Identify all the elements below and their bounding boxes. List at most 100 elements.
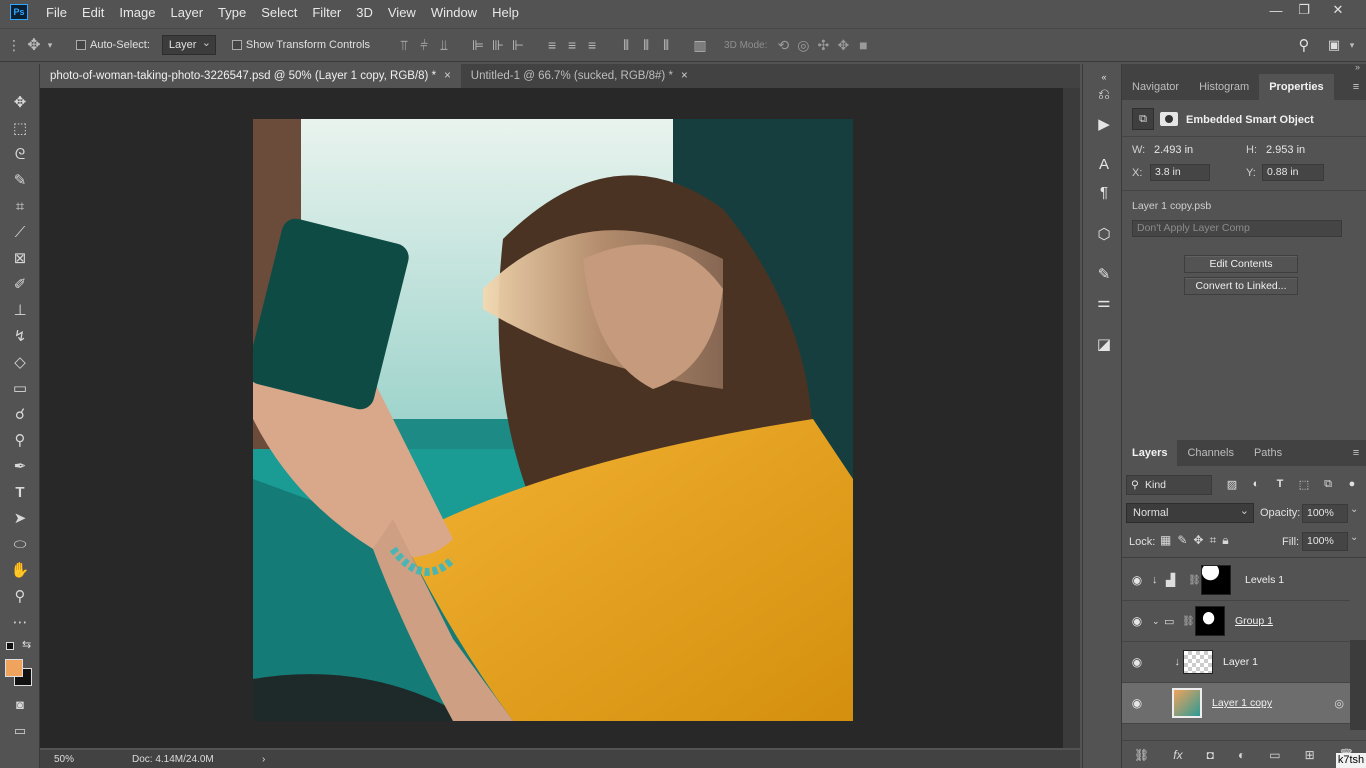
panel-menu-icon[interactable]: ≡ — [1346, 74, 1366, 100]
visibility-eye-icon[interactable]: ◉ — [1122, 696, 1152, 710]
convert-to-linked-button[interactable]: Convert to Linked... — [1184, 277, 1298, 295]
path-select-tool-icon[interactable]: ➤ — [7, 508, 33, 530]
dodge-tool-icon[interactable]: ⚲ — [7, 430, 33, 452]
menu-type[interactable]: Type — [218, 5, 246, 20]
height-value[interactable]: 2.953 in — [1266, 144, 1305, 156]
menu-file[interactable]: File — [46, 5, 67, 20]
lock-pixels-icon[interactable]: ✎ — [1177, 533, 1187, 548]
layers-menu-icon[interactable]: ≡ — [1346, 440, 1366, 466]
tab-properties[interactable]: Properties — [1259, 74, 1334, 100]
swap-colors-icon[interactable]: ⇆ — [22, 638, 31, 651]
menu-image[interactable]: Image — [119, 5, 155, 20]
filter-pixel-icon[interactable]: ▨ — [1222, 478, 1242, 491]
align-bottom-icon[interactable]: ⫫ — [434, 37, 454, 54]
status-menu-arrow[interactable]: › — [262, 754, 265, 765]
add-mask-icon[interactable]: ◘ — [1207, 748, 1214, 762]
zoom-level[interactable]: 50% — [54, 754, 114, 765]
align-vcenter-icon[interactable]: ⫩ — [414, 37, 434, 54]
menu-view[interactable]: View — [388, 5, 416, 20]
brush-tool-icon[interactable]: ✐ — [7, 274, 33, 296]
layer-thumbnail[interactable] — [1183, 650, 1213, 674]
menu-filter[interactable]: Filter — [312, 5, 341, 20]
distribute-bottom-icon[interactable]: ≡ — [582, 37, 602, 54]
filter-adjustment-icon[interactable]: ◐ — [1246, 478, 1266, 491]
auto-select-target-dropdown[interactable]: Layer — [161, 34, 216, 55]
auto-select-checkbox[interactable] — [76, 40, 86, 51]
ellipse-tool-icon[interactable]: ⬭ — [7, 534, 33, 556]
blur-tool-icon[interactable]: ☌ — [7, 404, 33, 426]
menu-window[interactable]: Window — [431, 5, 477, 20]
3d-drag-icon[interactable]: ✣ — [813, 37, 833, 54]
eraser-tool-icon[interactable]: ◇ — [7, 352, 33, 374]
paragraph-panel-icon[interactable]: ¶ — [1093, 182, 1115, 204]
distribute-hcenter-icon[interactable]: ⦀ — [636, 37, 656, 54]
new-group-icon[interactable]: ▭ — [1269, 748, 1280, 762]
layer-name[interactable]: Layer 1 copy — [1212, 697, 1272, 709]
auto-align-icon[interactable]: ▥ — [690, 37, 710, 54]
menu-select[interactable]: Select — [261, 5, 297, 20]
3d-orbit-icon[interactable]: ⟲ — [773, 37, 793, 54]
distribute-vcenter-icon[interactable]: ≡ — [562, 37, 582, 54]
visibility-eye-icon[interactable]: ◉ — [1122, 573, 1152, 587]
distribute-right-icon[interactable]: ⦀ — [656, 37, 676, 54]
canvas-workspace[interactable] — [40, 88, 1080, 748]
chevron-down-icon[interactable]: ⌄ — [1152, 616, 1164, 627]
default-colors-icon[interactable] — [6, 642, 14, 650]
lock-transparency-icon[interactable]: ▦ — [1160, 533, 1171, 548]
move-tool-icon[interactable]: ✥ — [7, 92, 33, 114]
history-panel-icon[interactable]: ⎌ — [1093, 84, 1115, 106]
chevron-down-icon[interactable]: ▾ — [44, 40, 56, 51]
lasso-tool-icon[interactable]: ᘓ — [7, 144, 33, 166]
type-tool-icon[interactable]: T — [7, 482, 33, 504]
3d-roll-icon[interactable]: ◎ — [793, 37, 813, 54]
filter-smart-object-icon[interactable]: ⧉ — [1318, 478, 1338, 491]
menu-edit[interactable]: Edit — [82, 5, 104, 20]
workspace-chevron-icon[interactable]: ▾ — [1342, 40, 1362, 51]
group-mask-thumbnail[interactable] — [1195, 606, 1225, 636]
layer-mask-thumbnail[interactable] — [1201, 565, 1231, 595]
layers-scrollbar[interactable] — [1350, 640, 1366, 730]
canvas-vertical-scrollbar[interactable] — [1063, 88, 1080, 748]
width-value[interactable]: 2.493 in — [1154, 144, 1193, 156]
adjustments-panel-icon[interactable]: ⚌ — [1093, 292, 1115, 314]
fill-input[interactable]: 100% — [1302, 532, 1348, 551]
tab-photo-document[interactable]: photo-of-woman-taking-photo-3226547.psd … — [40, 64, 461, 88]
search-icon[interactable]: ⚲ — [1294, 36, 1314, 54]
lock-all-icon[interactable]: 🔒︎ — [1222, 533, 1228, 548]
quick-mask-icon[interactable]: ◙ — [7, 694, 33, 716]
filter-kind-dropdown[interactable]: ⚲ Kind — [1126, 475, 1212, 495]
tab-histogram[interactable]: Histogram — [1189, 74, 1259, 100]
layer-row-group[interactable]: ◉ ⌄ ▭ ⛓︎ Group 1 — [1122, 601, 1350, 642]
gradient-tool-icon[interactable]: ▭ — [7, 378, 33, 400]
layer-row-layer1[interactable]: ◉ ↓ Layer 1 — [1122, 642, 1350, 683]
eyedropper-tool-icon[interactable]: ⟋ — [7, 222, 33, 244]
layer-name[interactable]: Layer 1 — [1223, 656, 1258, 668]
3d-scale-icon[interactable]: ■ — [853, 37, 873, 54]
workspace-icon[interactable]: ▣ — [1324, 37, 1344, 53]
menu-help[interactable]: Help — [492, 5, 519, 20]
foreground-color-swatch[interactable] — [5, 659, 23, 677]
layer-name[interactable]: Levels 1 — [1245, 574, 1284, 586]
layer-style-icon[interactable]: fx — [1173, 748, 1182, 762]
tab-untitled-document[interactable]: Untitled-1 @ 66.7% (sucked, RGB/8#) * × — [461, 64, 698, 88]
3d-slide-icon[interactable]: ✥ — [833, 37, 853, 54]
brushes-panel-icon[interactable]: ✎ — [1093, 264, 1115, 286]
fill-chevron-icon[interactable]: ⌄ — [1350, 532, 1358, 543]
transform-checkbox-wrap[interactable]: Show Transform Controls — [231, 39, 370, 51]
tab-channels[interactable]: Channels — [1177, 440, 1243, 466]
zoom-tool-icon[interactable]: ⚲ — [7, 586, 33, 608]
marquee-tool-icon[interactable]: ⬚ — [7, 118, 33, 140]
new-adjustment-icon[interactable]: ◐ — [1238, 748, 1245, 762]
distribute-top-icon[interactable]: ≡ — [542, 37, 562, 54]
hand-tool-icon[interactable]: ✋ — [7, 560, 33, 582]
new-layer-icon[interactable]: ⊞ — [1305, 748, 1315, 762]
edit-contents-button[interactable]: Edit Contents — [1184, 255, 1298, 273]
tab-navigator[interactable]: Navigator — [1122, 74, 1189, 100]
align-right-icon[interactable]: ⊩ — [508, 37, 528, 54]
quick-select-tool-icon[interactable]: ✎ — [7, 170, 33, 192]
align-hcenter-icon[interactable]: ⊪ — [488, 37, 508, 54]
actions-panel-icon[interactable]: ▶ — [1093, 114, 1115, 136]
frame-tool-icon[interactable]: ⊠ — [7, 248, 33, 270]
align-left-icon[interactable]: ⊫ — [468, 37, 488, 54]
align-top-icon[interactable]: ⫪ — [394, 37, 414, 54]
